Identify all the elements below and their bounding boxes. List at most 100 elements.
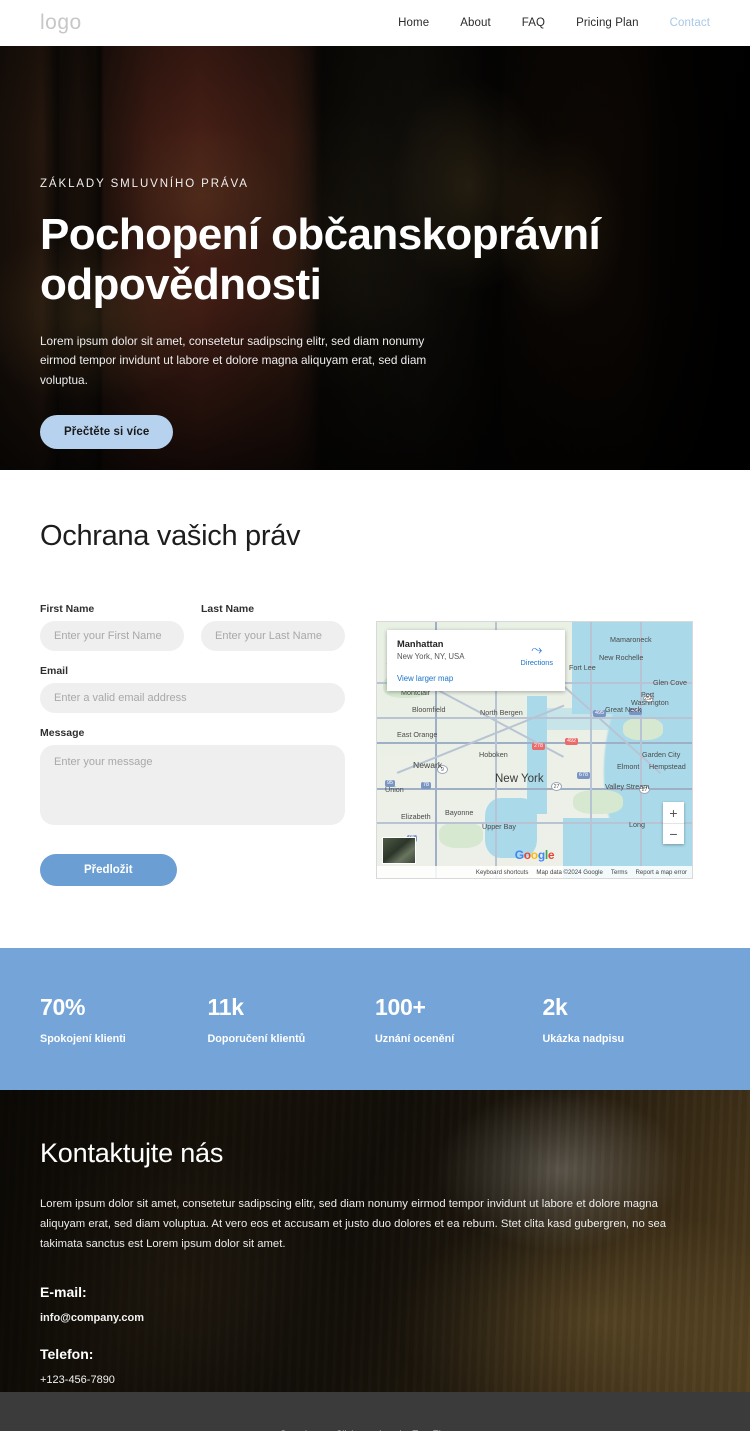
- map-satellite-thumbnail[interactable]: [382, 837, 416, 864]
- site-footer: Sample text. Click to select the Text El…: [0, 1392, 750, 1431]
- page-root: logo Home About FAQ Pricing Plan Contact…: [0, 0, 750, 1431]
- map-keyboard-shortcuts-link[interactable]: Keyboard shortcuts: [476, 869, 529, 876]
- map-label: Mamaroneck: [610, 635, 652, 644]
- last-name-label: Last Name: [201, 603, 255, 615]
- map-highway-shield: 492: [565, 738, 578, 746]
- map-label: New York: [495, 773, 544, 785]
- map-label: Elmont: [617, 762, 640, 771]
- map-zoom-out-button[interactable]: −: [663, 823, 684, 844]
- map-label: Bloomfield: [412, 705, 446, 714]
- map-report-error-link[interactable]: Report a map error: [636, 869, 687, 876]
- hero-eyebrow: ZÁKLADY SMLUVNÍHO PRÁVA: [40, 178, 249, 190]
- map-park-4: [573, 790, 623, 814]
- map-label: Bayonne: [445, 808, 474, 817]
- stat-number: 100+: [375, 993, 426, 1020]
- nav-item-pricing-plan[interactable]: Pricing Plan: [576, 17, 639, 29]
- email-field-group: Email: [40, 665, 345, 713]
- map-label: Elizabeth: [401, 812, 431, 821]
- name-fields-row: First Name Last Name: [40, 603, 345, 665]
- stats-band: 70% Spokojení klienti 11k Doporučení kli…: [0, 948, 750, 1090]
- stat-label: Spokojení klienti: [40, 1032, 126, 1045]
- first-name-input[interactable]: [40, 621, 184, 651]
- form-and-map-row: First Name Last Name Email Message: [40, 603, 710, 886]
- map-park-3: [439, 822, 483, 848]
- main-navigation: Home About FAQ Pricing Plan Contact: [398, 17, 710, 29]
- hero-section: ZÁKLADY SMLUVNÍHO PRÁVA Pochopení občans…: [0, 46, 750, 470]
- contact-form: First Name Last Name Email Message: [40, 603, 345, 886]
- contact-email-heading: E-mail:: [40, 1284, 87, 1301]
- email-input[interactable]: [40, 683, 345, 713]
- nav-item-faq[interactable]: FAQ: [522, 17, 545, 29]
- google-map-embed[interactable]: 280 95 78 95 278 492 495 495 678 17 3 9 …: [376, 621, 693, 879]
- map-park-2: [623, 718, 663, 740]
- map-label: Fort Lee: [569, 663, 596, 672]
- map-info-card: Manhattan New York, NY, USA View larger …: [387, 630, 565, 691]
- email-label: Email: [40, 665, 69, 677]
- last-name-input[interactable]: [201, 621, 345, 651]
- nav-item-about[interactable]: About: [460, 17, 491, 29]
- contact-body-text: Lorem ipsum dolor sit amet, consetetur s…: [40, 1198, 667, 1250]
- map-label: New Rochelle: [599, 653, 644, 662]
- contact-form-section: Ochrana vašich práv First Name Last Name…: [0, 470, 750, 948]
- site-logo[interactable]: logo: [40, 11, 82, 35]
- site-header: logo Home About FAQ Pricing Plan Contact: [0, 0, 750, 46]
- map-label: Union: [385, 785, 404, 794]
- map-highway-shield: 278: [532, 743, 545, 751]
- hero-subtitle: Lorem ipsum dolor sit amet, consetetur s…: [40, 334, 427, 387]
- stat-item: 70% Spokojení klienti: [40, 994, 208, 1045]
- map-terms-link[interactable]: Terms: [611, 869, 628, 876]
- map-label: Upper Bay: [482, 822, 516, 831]
- contact-phone-heading: Telefon:: [40, 1346, 94, 1363]
- view-larger-map-link[interactable]: View larger map: [397, 674, 555, 683]
- last-name-field-group: Last Name: [201, 603, 345, 651]
- stat-number: 11k: [207, 993, 245, 1020]
- stat-number: 2k: [542, 993, 568, 1020]
- map-directions-button[interactable]: ⤳ Directions: [521, 642, 553, 667]
- message-label: Message: [40, 727, 85, 739]
- first-name-label: First Name: [40, 603, 95, 615]
- map-attribution-bar: Keyboard shortcuts Map data ©2024 Google…: [377, 866, 692, 878]
- contact-title: Kontaktujte nás: [40, 1138, 224, 1168]
- map-label: Newark: [413, 760, 443, 770]
- stat-label: Ukázka nadpisu: [542, 1032, 625, 1045]
- map-label: Great Neck: [605, 705, 642, 714]
- contact-email-value[interactable]: info@company.com: [40, 1312, 710, 1324]
- message-textarea[interactable]: [40, 745, 345, 825]
- map-label: Hoboken: [479, 750, 508, 759]
- map-label: East Orange: [397, 730, 438, 739]
- stat-item: 100+ Uznání ocenění: [375, 994, 543, 1045]
- map-label: Hempstead: [649, 762, 686, 771]
- contact-section: Kontaktujte nás Lorem ipsum dolor sit am…: [0, 1090, 750, 1392]
- first-name-field-group: First Name: [40, 603, 184, 651]
- nav-item-home[interactable]: Home: [398, 17, 429, 29]
- google-logo-watermark: Google: [514, 848, 555, 862]
- map-label: Long: [629, 820, 645, 829]
- map-highway-shield: 678: [577, 772, 590, 780]
- hero-content: ZÁKLADY SMLUVNÍHO PRÁVA Pochopení občans…: [40, 178, 680, 449]
- message-field-group: Message: [40, 727, 345, 830]
- map-label: Glen Cove: [653, 678, 687, 687]
- map-label: Garden City: [642, 750, 681, 759]
- form-section-title: Ochrana vašich práv: [40, 520, 301, 552]
- map-route-badge: 27: [551, 782, 562, 791]
- hero-title: Pochopení občanskoprávní odpovědnosti: [40, 210, 601, 310]
- hero-read-more-button[interactable]: Přečtěte si více: [40, 414, 174, 449]
- map-road: [377, 822, 692, 824]
- map-label: Valley Stream: [605, 782, 650, 791]
- map-data-attribution: Map data ©2024 Google: [536, 868, 603, 876]
- stat-label: Doporučení klientů: [207, 1032, 306, 1045]
- map-zoom-controls[interactable]: + −: [663, 802, 684, 844]
- directions-arrow-icon: ⤳: [531, 641, 543, 657]
- map-label: North Bergen: [480, 708, 523, 717]
- directions-label: Directions: [520, 658, 553, 667]
- map-highway-shield: 78: [421, 782, 431, 790]
- nav-item-contact[interactable]: Contact: [670, 17, 710, 29]
- contact-phone-value[interactable]: +123-456-7890: [40, 1374, 710, 1386]
- stat-item: 11k Doporučení klientů: [208, 994, 376, 1045]
- stat-number: 70%: [40, 993, 86, 1020]
- map-zoom-in-button[interactable]: +: [663, 802, 684, 823]
- submit-button[interactable]: Předložit: [40, 854, 177, 886]
- map-road: [590, 622, 592, 878]
- stat-item: 2k Ukázka nadpisu: [543, 994, 711, 1045]
- stat-label: Uznání ocenění: [375, 1032, 455, 1045]
